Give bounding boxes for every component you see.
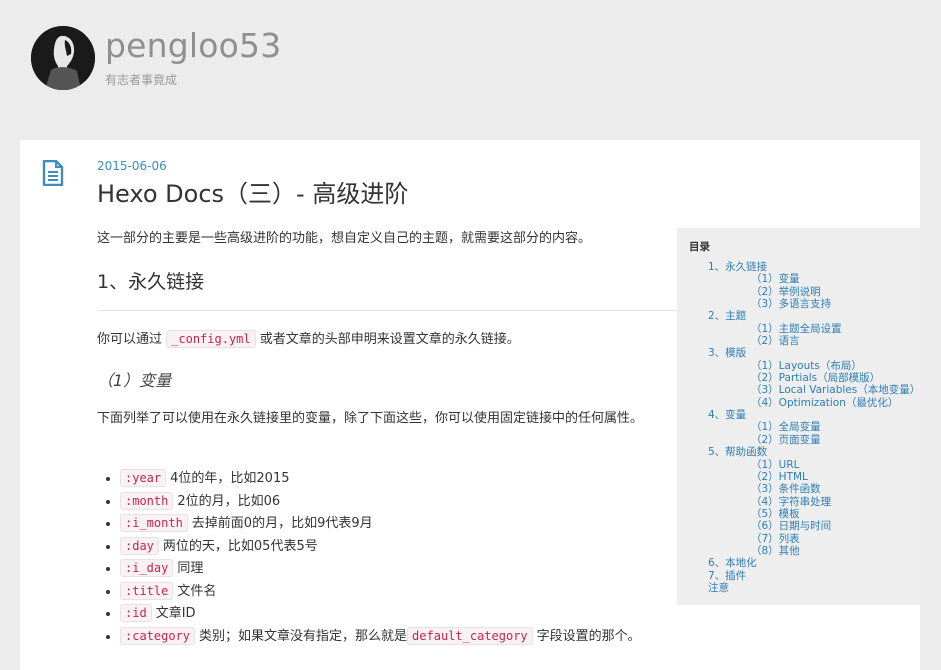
variable-desc: 4位的年，比如2015 [170,471,290,486]
config-code: _config.yml [166,330,256,348]
variable-code: :i_month [120,514,188,532]
permalink-text-after: 或者文章的头部申明来设置文章的永久链接。 [259,332,520,347]
toc-item[interactable]: 2、主题 [677,310,920,322]
variable-desc: 2位的月，比如06 [177,493,281,509]
variable-desc-suffix: 字段设置的那个。 [536,628,641,644]
toc-item[interactable]: 3、模版 [677,347,920,359]
section-heading-permalink: 1、永久链接 [97,271,205,293]
toc-item[interactable]: （1）全局变量 [677,421,920,433]
toc-item[interactable]: 7、插件 [677,570,920,582]
toc-item[interactable]: 5、帮助函数 [677,446,920,458]
list-item: :year4位的年，比如2015 [120,467,641,490]
default-category-code: default_category [407,626,533,645]
toc-item[interactable]: （3）Local Variables（本地变量） [677,384,920,396]
toc-list: 1、永久链接 （1）变量 （2）举例说明 （3）多语言支持 2、主题 （1）主题全局设置（… [677,261,920,594]
toc-item[interactable]: 6、本地化 [677,557,920,569]
list-item: :category类别；如果文章没有指定，那么就是default_categor… [120,625,641,648]
variable-desc: 去掉前面0的月，比如9代表9月 [191,516,373,531]
variables-paragraph: 下面列举了可以使用在永久链接里的变量，除了下面这些，你可以使用固定链接中的任何属… [97,411,644,426]
variable-code: :title [120,581,174,600]
avatar[interactable] [31,26,95,90]
toc-item[interactable]: （1）Layouts（布局） [677,360,920,372]
toc-title: 目录 [689,241,710,253]
table-of-contents: 目录 1、永久链接 （1）变量 （2）举例说明 （3）多语言支持 2、主题 （1）主题全局… [677,228,921,605]
toc-item[interactable]: （8）其他 [677,545,920,557]
post-title: Hexo Docs（三）- 高级进阶 [97,180,409,208]
variable-code: :category [120,626,196,645]
toc-item[interactable]: （3）多语言支持 [677,298,920,310]
toc-item[interactable]: 注意 [677,582,920,594]
avatar-image [31,26,95,90]
toc-item[interactable]: 4、变量 [677,409,920,421]
toc-item[interactable]: （4）字符串处理 [677,496,920,508]
variables-list: :year4位的年，比如2015 :month2位的月，比如06 :i_mont… [104,467,641,647]
list-item: :day两位的天，比如05代表5号 [120,535,641,558]
variable-desc: 两位的天，比如05代表5号 [162,538,318,554]
toc-item[interactable]: （2）语言 [677,335,920,347]
list-item: :id文章ID [120,602,641,625]
list-item: :i_day同理 [120,557,641,580]
post-intro: 这一部分的主要是一些高级进阶的功能，想自定义自己的主题，就需要这部分的内容。 [97,231,592,246]
variable-code: :year [120,469,167,487]
list-item: :month2位的月，比如06 [120,490,641,513]
site-title[interactable]: pengloo53 [105,26,281,66]
toc-item[interactable]: （5）模板 [677,508,920,520]
toc-item[interactable]: （2）举例说明 [677,286,920,298]
list-item: :i_month去掉前面0的月，比如9代表9月 [120,512,641,535]
toc-item[interactable]: （2）页面变量 [677,434,920,446]
variable-desc: 文件名 [177,583,217,599]
permalink-paragraph: 你可以通过 _config.yml 或者文章的头部申明来设置文章的永久链接。 [97,328,520,351]
toc-item[interactable]: （1）主题全局设置 [677,323,920,335]
variable-desc: 类别；如果文章没有指定，那么就是 [199,628,408,644]
variable-code: :i_day [120,559,174,577]
toc-item[interactable]: （1）URL [677,459,920,471]
variable-code: :month [120,491,174,510]
toc-item[interactable]: （6）日期与时间 [677,520,920,532]
site-subtitle: 有志者事竟成 [105,73,178,87]
variable-code: :id [120,604,152,622]
list-item: :title文件名 [120,580,641,603]
variable-code: :day [120,536,159,555]
document-icon [42,159,64,190]
heading-divider [97,310,677,311]
post-date[interactable]: 2015-06-06 [97,159,167,173]
toc-item[interactable]: （4）Optimization（最优化） [677,397,920,409]
toc-item[interactable]: 1、永久链接 [677,261,920,273]
toc-item[interactable]: （1）变量 [677,273,920,285]
toc-item[interactable]: （3）条件函数 [677,483,920,495]
toc-item[interactable]: （2）Partials（局部模版） [677,372,920,384]
toc-item[interactable]: （2）HTML [677,471,920,483]
variable-desc: 文章ID [155,606,196,621]
subheading-variables: （1）变量 [97,371,172,390]
toc-item[interactable]: （7）列表 [677,533,920,545]
permalink-text-before: 你可以通过 [97,332,163,347]
variable-desc: 同理 [177,561,204,576]
site-header: pengloo53 有志者事竟成 [0,0,941,140]
